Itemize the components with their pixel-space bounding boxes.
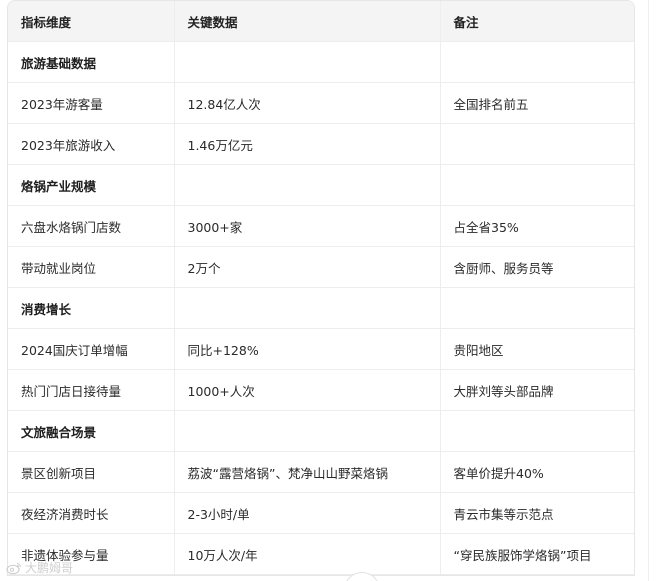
table-cell: 客单价提升40% [440,451,634,493]
table-cell: 2023年旅游收入 [8,123,175,165]
table-row: 景区创新项目 荔波“露营烙锅”、梵净山山野菜烙锅 客单价提升40% [8,451,634,493]
table-row: 带动就业岗位 2万个 含厨师、服务员等 [8,246,634,288]
table-cell: 文旅融合场景 [8,410,175,452]
header-key-data: 关键数据 [174,1,441,42]
table-cell: 2024国庆订单增幅 [8,328,175,370]
table-row: 2023年旅游收入 1.46万亿元 [8,123,634,165]
table-cell: 夜经济消费时长 [8,492,175,534]
table-cell: 10万人次/年 [174,533,441,575]
right-divider [648,0,649,581]
table-cell: 1000+人次 [174,369,441,411]
table-cell: 热门门店日接待量 [8,369,175,411]
watermark: 大鹏姆哥 [6,559,73,576]
weibo-logo-icon [6,561,22,575]
table-cell [174,287,441,329]
page-frame: 指标维度 关键数据 备注 旅游基础数据 2023年游客量 12.84亿人次 全国… [0,0,660,581]
table-cell: 3000+家 [174,205,441,247]
table-row: 2024国庆订单增幅 同比+128% 贵阳地区 [8,328,634,370]
table-section-row: 文旅融合场景 [8,410,634,452]
table-row: 非遗体验参与量 10万人次/年 “穿民族服饰学烙锅”项目 [8,533,634,575]
data-table-container: 指标维度 关键数据 备注 旅游基础数据 2023年游客量 12.84亿人次 全国… [7,0,635,576]
table-cell: 全国排名前五 [440,82,634,124]
table-section-row: 旅游基础数据 [8,41,634,83]
table-cell [440,287,634,329]
table-cell: 2-3小时/单 [174,492,441,534]
table-cell: 带动就业岗位 [8,246,175,288]
table-row: 热门门店日接待量 1000+人次 大胖刘等头部品牌 [8,369,634,411]
table-cell: 烙锅产业规模 [8,164,175,206]
table-section-row: 消费增长 [8,287,634,329]
table-row: 2023年游客量 12.84亿人次 全国排名前五 [8,82,634,124]
table-cell: 12.84亿人次 [174,82,441,124]
table-cell: 青云市集等示范点 [440,492,634,534]
table-section-row: 烙锅产业规模 [8,164,634,206]
table-cell [440,410,634,452]
table-cell: 含厨师、服务员等 [440,246,634,288]
table-cell: 1.46万亿元 [174,123,441,165]
table-cell: 六盘水烙锅门店数 [8,205,175,247]
table-cell: 2023年游客量 [8,82,175,124]
table-cell [174,41,441,83]
table-cell [440,123,634,165]
table-cell: 占全省35% [440,205,634,247]
table-cell [440,164,634,206]
table-cell [440,41,634,83]
watermark-text: 大鹏姆哥 [25,561,74,575]
table-cell: 同比+128% [174,328,441,370]
table-cell: 2万个 [174,246,441,288]
table-cell: 消费增长 [8,287,175,329]
table-header-row: 指标维度 关键数据 备注 [8,1,634,42]
table-cell: 大胖刘等头部品牌 [440,369,634,411]
table-cell: 贵阳地区 [440,328,634,370]
header-notes: 备注 [440,1,634,42]
table-cell [174,410,441,452]
table-row: 六盘水烙锅门店数 3000+家 占全省35% [8,205,634,247]
table-cell: “穿民族服饰学烙锅”项目 [440,533,634,575]
table-row: 夜经济消费时长 2-3小时/单 青云市集等示范点 [8,492,634,534]
table-cell: 荔波“露营烙锅”、梵净山山野菜烙锅 [174,451,441,493]
data-table: 指标维度 关键数据 备注 旅游基础数据 2023年游客量 12.84亿人次 全国… [8,1,634,575]
table-cell: 景区创新项目 [8,451,175,493]
table-cell: 旅游基础数据 [8,41,175,83]
table-cell [174,164,441,206]
header-dimension: 指标维度 [8,1,175,42]
